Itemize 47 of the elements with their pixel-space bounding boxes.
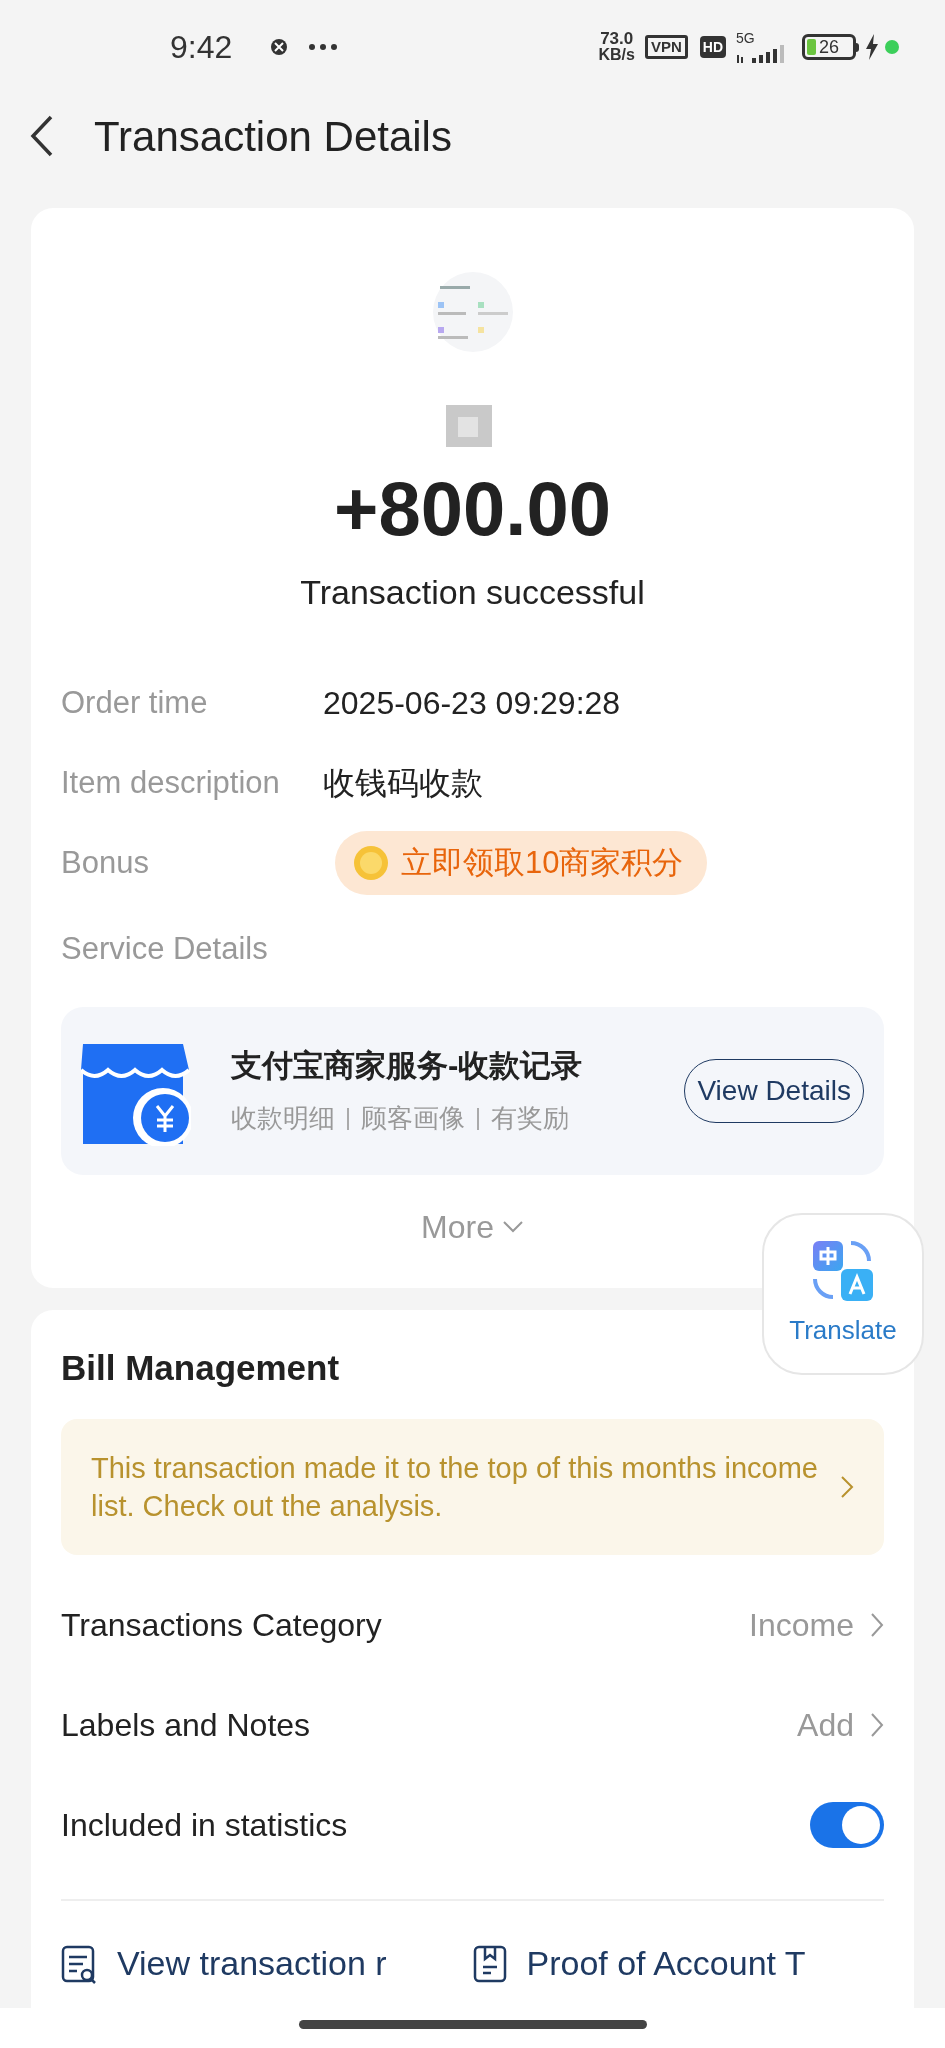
chevron-right-icon bbox=[870, 1711, 884, 1738]
chevron-right-icon bbox=[870, 1611, 884, 1638]
network-speed-unit: KB/s bbox=[598, 47, 635, 63]
row-label: Transactions Category bbox=[61, 1605, 382, 1645]
footer-link[interactable]: View transaction r bbox=[61, 1942, 473, 1985]
more-dots-icon bbox=[308, 43, 339, 51]
field-label: Order time bbox=[61, 683, 209, 722]
footer-link[interactable]: Proof of Account T bbox=[472, 1942, 884, 1985]
battery-fill bbox=[807, 39, 816, 55]
document-search-icon bbox=[61, 1944, 97, 1985]
translate-icon bbox=[811, 1238, 875, 1303]
status-time: 9:42 bbox=[170, 28, 233, 67]
service-title: 支付宝商家服务-收款记录 bbox=[231, 1046, 584, 1085]
chevron-right-icon bbox=[840, 1474, 854, 1499]
chevron-down-icon bbox=[501, 1219, 524, 1234]
field-label: Item description bbox=[61, 763, 281, 802]
field-value: 收钱码收款 bbox=[323, 764, 483, 803]
transaction-status: Transaction successful bbox=[300, 572, 645, 613]
document-icon bbox=[472, 1944, 507, 1983]
row-value-link[interactable]: Add bbox=[797, 1700, 884, 1749]
service-tag: 有奖励 bbox=[491, 1099, 569, 1139]
hd-badge: HD bbox=[699, 36, 726, 58]
translate-button[interactable]: Translate bbox=[762, 1213, 924, 1375]
amount: +800.00 bbox=[334, 465, 611, 553]
charging-icon bbox=[865, 34, 879, 60]
bonus-button[interactable]: 立即领取10商家积分 bbox=[335, 831, 708, 895]
vpn-badge: VPN bbox=[644, 35, 688, 59]
row-label: Included in statistics bbox=[61, 1805, 348, 1845]
app-notification-icon bbox=[270, 38, 289, 56]
page-title: Transaction Details bbox=[94, 111, 452, 162]
row-value-link[interactable]: Income bbox=[749, 1600, 884, 1649]
more-button[interactable]: More bbox=[421, 1202, 524, 1251]
coin-icon bbox=[353, 845, 389, 881]
field-value: 2025-06-23 09:29:28 bbox=[323, 684, 621, 723]
statistics-toggle[interactable] bbox=[810, 1801, 884, 1848]
battery-level: 26 bbox=[819, 38, 839, 56]
service-tag: 收款明细 bbox=[231, 1099, 335, 1139]
section-title: Bill Management bbox=[61, 1347, 341, 1389]
row-label: Labels and Notes bbox=[61, 1705, 311, 1745]
insight-banner[interactable]: This transaction made it to the top of this months income list. Check out the analysis. bbox=[61, 1418, 884, 1555]
service-card[interactable]: 支付宝商家服务-收款记录 收款明细 顾客画像 有奖励 View Details bbox=[61, 1006, 884, 1175]
section-label: Service Details bbox=[61, 930, 269, 968]
network-type: 5G bbox=[736, 31, 756, 45]
insight-text: This transaction made it to the top of this months income list. Check out the analysis. bbox=[91, 1450, 819, 1524]
field-label: Bonus bbox=[61, 843, 150, 882]
network-speed: 73.0 bbox=[600, 31, 634, 47]
service-tag: 顾客画像 bbox=[361, 1099, 465, 1139]
